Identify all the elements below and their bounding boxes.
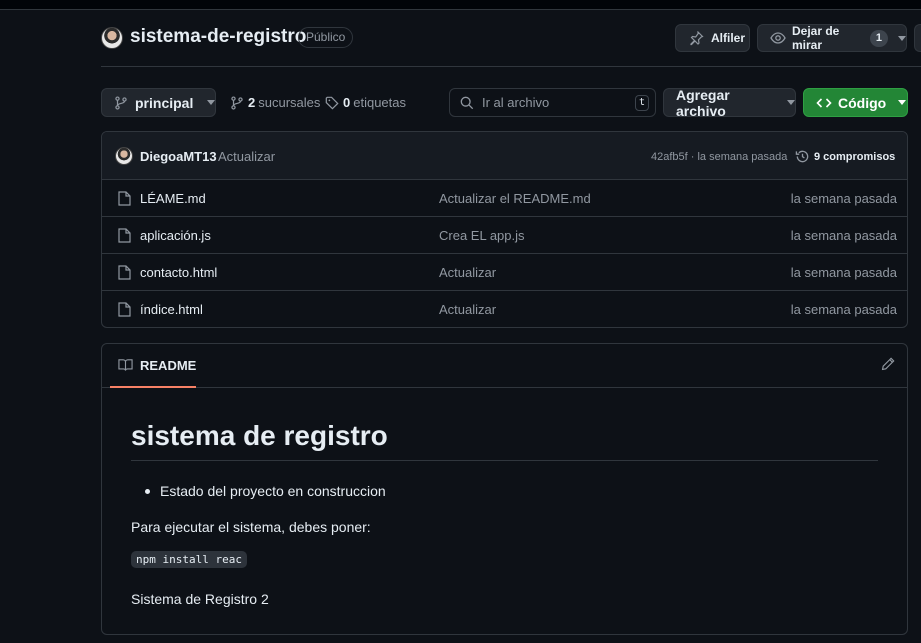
pencil-icon[interactable] (881, 357, 895, 371)
latest-commit-bar: DiegoaMT13 Actualizar 42afb5f · la seman… (102, 132, 907, 180)
branches-count: 2 (248, 95, 256, 110)
file-date: la semana pasada (790, 228, 897, 243)
file-date: la semana pasada (790, 265, 897, 280)
add-file-button[interactable]: Agregar archivo (663, 86, 796, 119)
code-icon (816, 95, 832, 111)
file-icon (118, 228, 131, 246)
file-name[interactable]: LÉAME.md (140, 191, 206, 206)
file-icon (118, 191, 131, 209)
commit-sha-time[interactable]: 42afb5f · la semana pasada (651, 151, 787, 163)
pin-label: Alfiler (711, 31, 746, 45)
watch-label: Dejar de mirar (792, 24, 840, 52)
tags-link[interactable]: 0 etiquetas (325, 95, 406, 110)
file-row[interactable]: contacto.html Actualizar la semana pasad… (102, 254, 907, 291)
repo-header: sistema-de-registro Público Alfiler Deja… (101, 24, 921, 52)
file-row[interactable]: aplicación.js Crea EL app.js la semana p… (102, 217, 907, 254)
branch-icon (230, 95, 244, 110)
readme-paragraph: Para ejecutar el sistema, debes poner: (131, 519, 371, 535)
readme-tab-label: README (140, 357, 197, 373)
top-bar (0, 0, 921, 10)
commit-message[interactable]: Actualizar (218, 149, 275, 164)
file-row[interactable]: índice.html Actualizar la semana pasada (102, 291, 907, 327)
watch-count: 1 (869, 29, 888, 47)
readme-panel: README sistema de registro Estado del pr… (101, 343, 908, 635)
file-icon (118, 265, 131, 283)
code-label: Código (838, 94, 887, 111)
file-name[interactable]: contacto.html (140, 265, 217, 280)
header-divider (101, 66, 921, 67)
book-icon (118, 358, 133, 372)
chevron-down-icon (898, 35, 906, 41)
search-placeholder: Ir al archivo (482, 95, 550, 110)
branch-icon (114, 95, 128, 110)
eye-icon (770, 30, 786, 46)
tags-label: etiquetas (353, 95, 406, 110)
branches-label: sucursales (258, 95, 321, 110)
add-file-label: Agregar archivo (676, 86, 730, 119)
file-date: la semana pasada (790, 191, 897, 206)
file-commit-message[interactable]: Actualizar (439, 265, 496, 280)
search-icon (460, 96, 474, 110)
readme-bullet: Estado del proyecto en construccion (145, 483, 386, 499)
owner-avatar[interactable] (101, 27, 123, 49)
chevron-down-icon (207, 100, 216, 105)
readme-code: npm install reac (131, 551, 247, 568)
repo-name[interactable]: sistema-de-registro (130, 26, 306, 48)
history-icon (795, 149, 810, 164)
chevron-down-icon (787, 100, 795, 105)
star-button[interactable] (914, 24, 921, 52)
pin-icon (688, 30, 704, 46)
visibility-badge: Público (298, 27, 354, 48)
branches-link[interactable]: 2 sucursales (230, 95, 320, 110)
pin-button[interactable]: Alfiler (675, 24, 750, 52)
readme-paragraph: Sistema de Registro 2 (131, 591, 269, 607)
commits-link[interactable]: 9 compromisos (795, 149, 895, 164)
commit-author[interactable]: DiegoaMT13 (140, 149, 217, 164)
author-avatar[interactable] (115, 147, 133, 165)
go-to-file-input[interactable]: Ir al archivo t (449, 88, 656, 117)
file-commit-message[interactable]: Crea EL app.js (439, 228, 525, 243)
code-button[interactable]: Código (803, 88, 908, 117)
file-name[interactable]: aplicación.js (140, 228, 211, 243)
shortcut-key: t (635, 95, 649, 111)
watch-button[interactable]: Dejar de mirar 1 (757, 24, 907, 52)
file-icon (118, 302, 131, 320)
file-name[interactable]: índice.html (140, 302, 203, 317)
file-row[interactable]: LÉAME.md Actualizar el README.md la sema… (102, 180, 907, 217)
readme-header: README (102, 344, 907, 388)
tags-count: 0 (343, 95, 351, 110)
readme-title: sistema de registro (131, 420, 878, 461)
commits-label: 9 compromisos (814, 150, 896, 163)
tag-icon (325, 96, 339, 110)
tab-readme[interactable]: README (110, 344, 196, 388)
file-commit-message[interactable]: Actualizar (439, 302, 496, 317)
branch-select-button[interactable]: principal (101, 88, 216, 117)
chevron-down-icon (898, 100, 907, 105)
file-commit-message[interactable]: Actualizar el README.md (439, 191, 591, 206)
file-list: DiegoaMT13 Actualizar 42afb5f · la seman… (101, 131, 908, 328)
branch-label: principal (135, 94, 194, 111)
file-date: la semana pasada (790, 302, 897, 317)
